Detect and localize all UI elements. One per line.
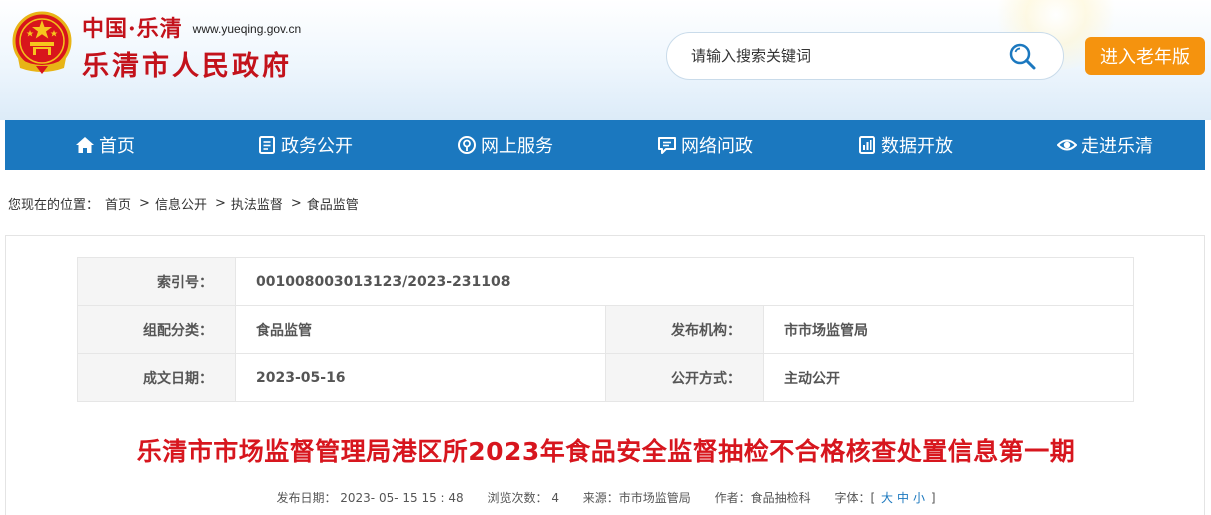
nav-label: 政务公开 [281, 136, 353, 157]
article-source: 来源：市市场监管局 [582, 491, 691, 505]
index-label: 索引号： [77, 257, 236, 306]
metadata-table: 索引号： 001008003013123/2023-231108 组配分类： 食… [77, 257, 1134, 402]
nav-label: 数据开放 [881, 136, 953, 157]
nav-item-home[interactable]: 首页 [5, 120, 205, 170]
elder-version-button[interactable]: 进入老年版 [1085, 37, 1205, 75]
nav-item-open-data[interactable]: 数据开放 [805, 120, 1005, 170]
article-title: 乐清市市场监督管理局港区所2023年食品安全监督抽检不合格核查处置信息第一期 [136, 437, 1076, 466]
nav-item-online-inquiry[interactable]: 网络问政 [605, 120, 805, 170]
table-row: 成文日期： 2023-05-16 公开方式： 主动公开 [77, 353, 1134, 402]
site-brand-top: 中国·乐清 www.yueqing.gov.cn [82, 12, 301, 42]
breadcrumb-prefix: 您现在的位置： [8, 197, 100, 213]
index-value: 001008003013123/2023-231108 [235, 257, 1134, 306]
category-label: 组配分类： [77, 305, 236, 354]
breadcrumb-separator: > [214, 195, 226, 211]
date-value: 2023-05-16 [235, 353, 606, 402]
font-size-control: 字体：[ 大中小 ] [834, 491, 935, 505]
site-prefix: 中国·乐清 [82, 16, 183, 42]
publish-date: 发布日期： 2023- 05- 15 15 : 48 [276, 491, 464, 505]
site-header: 中国·乐清 www.yueqing.gov.cn 乐清市人民政府 进入老年版 [0, 0, 1211, 120]
nav-label: 首页 [99, 136, 135, 157]
chat-icon [658, 137, 676, 154]
nav-label: 走进乐清 [1081, 136, 1153, 157]
font-size-close: ] [930, 491, 936, 505]
site-name: 乐清市人民政府 [82, 51, 292, 82]
nav-label: 网上服务 [481, 136, 553, 157]
nav-label: 网络问政 [681, 136, 753, 157]
article-info: 发布日期： 2023- 05- 15 15 : 48 浏览次数： 4 来源：市市… [6, 489, 1206, 506]
eye-icon [1057, 139, 1077, 151]
content-panel: 索引号： 001008003013123/2023-231108 组配分类： 食… [5, 235, 1205, 515]
category-value: 食品监管 [235, 305, 606, 354]
breadcrumb-info-disclosure[interactable]: 信息公开 [155, 194, 207, 213]
publisher-label: 发布机构： [605, 305, 764, 354]
font-small-link[interactable]: 小 [913, 491, 925, 505]
article-author: 作者：食品抽检科 [714, 491, 811, 505]
font-medium-link[interactable]: 中 [897, 491, 909, 505]
home-icon [76, 137, 94, 153]
font-size-label: 字体：[ [834, 491, 876, 505]
font-large-link[interactable]: 大 [881, 491, 893, 505]
search-box [666, 32, 1064, 80]
method-value: 主动公开 [763, 353, 1134, 402]
table-row: 组配分类： 食品监管 发布机构： 市市场监管局 [77, 305, 1134, 354]
search-icon[interactable] [1007, 41, 1039, 73]
site-url: www.yueqing.gov.cn [192, 22, 302, 36]
method-label: 公开方式： [605, 353, 764, 402]
breadcrumb-separator: > [139, 195, 150, 211]
nav-item-about-yueqing[interactable]: 走进乐清 [1005, 120, 1205, 170]
national-emblem-icon [12, 11, 72, 74]
breadcrumb-separator: > [290, 195, 302, 211]
publisher-value: 市市场监管局 [763, 305, 1134, 354]
service-icon [458, 136, 476, 154]
table-row: 索引号： 001008003013123/2023-231108 [77, 257, 1134, 306]
breadcrumb-food-regulation[interactable]: 食品监管 [307, 194, 359, 213]
view-count: 浏览次数： 4 [487, 491, 559, 505]
breadcrumb: 您现在的位置： 首页 > 信息公开 > 执法监督 > 食品监管 [8, 194, 359, 213]
document-icon [259, 136, 275, 154]
main-nav: 首页 政务公开 网上服务 网络问政 数据开放 走进乐清 [5, 120, 1205, 170]
nav-item-gov-affairs[interactable]: 政务公开 [205, 120, 405, 170]
breadcrumb-home[interactable]: 首页 [105, 194, 131, 213]
date-label: 成文日期： [77, 353, 236, 402]
breadcrumb-law-enforcement[interactable]: 执法监督 [231, 194, 283, 213]
data-icon [859, 136, 875, 154]
search-input[interactable] [691, 41, 1011, 71]
nav-item-online-service[interactable]: 网上服务 [405, 120, 605, 170]
